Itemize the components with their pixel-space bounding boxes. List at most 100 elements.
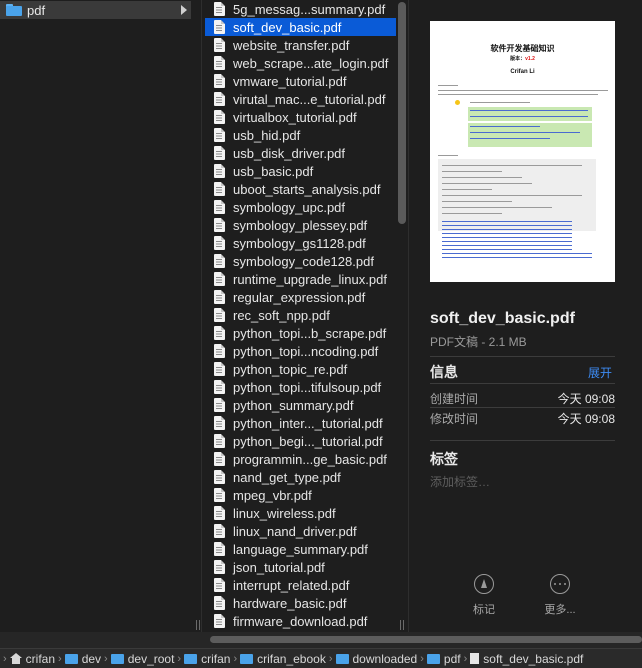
file-item[interactable]: python_begi..._tutorial.pdf [205, 432, 396, 450]
file-item[interactable]: runtime_upgrade_linux.pdf [205, 270, 396, 288]
pdf-document-icon [214, 38, 225, 52]
pdf-document-icon [214, 596, 225, 610]
file-name: uboot_starts_analysis.pdf [233, 181, 381, 197]
pdf-document-icon [214, 236, 225, 250]
pdf-document-icon [214, 182, 225, 196]
file-name: website_transfer.pdf [233, 37, 350, 53]
file-item[interactable]: python_topic_re.pdf [205, 360, 396, 378]
file-item[interactable]: uboot_starts_analysis.pdf [205, 180, 396, 198]
file-name: linux_nand_driver.pdf [233, 523, 357, 539]
path-crumb-label: dev [81, 651, 102, 666]
pdf-document-icon [214, 362, 225, 376]
chevron-right-icon [181, 5, 187, 15]
horizontal-scroll-thumb[interactable] [210, 636, 642, 643]
folder-column: pdf [0, 0, 191, 632]
path-crumb[interactable]: dev [64, 651, 102, 666]
markup-button[interactable]: 标记 [454, 574, 514, 617]
tags-input[interactable]: 添加标签… [430, 473, 490, 490]
file-name: soft_dev_basic.pdf [233, 19, 342, 35]
file-item[interactable]: language_summary.pdf [205, 540, 396, 558]
file-item[interactable]: symbology_code128.pdf [205, 252, 396, 270]
file-item[interactable]: symbology_upc.pdf [205, 198, 396, 216]
file-name: symbology_gs1128.pdf [233, 235, 366, 251]
more-button[interactable]: 更多... [530, 574, 590, 617]
file-name: python_begi..._tutorial.pdf [233, 433, 383, 449]
file-name: interrupt_related.pdf [233, 577, 350, 593]
file-item[interactable]: python_summary.pdf [205, 396, 396, 414]
thumb-version: 版本：v1.2 [510, 56, 535, 62]
file-item[interactable]: virtualbox_tutorial.pdf [205, 108, 396, 126]
path-crumb[interactable]: crifan [9, 652, 55, 666]
file-item[interactable]: virutal_mac...e_tutorial.pdf [205, 90, 396, 108]
thumb-text-line [442, 189, 492, 190]
path-crumb[interactable]: soft_dev_basic.pdf [470, 652, 583, 666]
file-name: hardware_basic.pdf [233, 595, 347, 611]
file-list-scrollbar[interactable] [398, 2, 406, 224]
folder-icon [6, 4, 22, 16]
document-icon [470, 653, 480, 664]
file-name: runtime_upgrade_linux.pdf [233, 271, 387, 287]
thumb-text-line [442, 177, 522, 178]
preview-pane: 软件开发基础知识 版本：v1.2 Crifan Li soft_dev_basi… [410, 0, 642, 632]
modified-value: 今天 09:08 [557, 412, 615, 426]
created-value: 今天 09:08 [557, 392, 615, 406]
pdf-document-icon [214, 524, 225, 538]
path-bar: › crifan › dev › dev_root › crifan › crifan_ebook… [0, 648, 642, 668]
file-item[interactable]: python_topi...ncoding.pdf [205, 342, 396, 360]
pdf-document-icon [214, 434, 225, 448]
file-item[interactable]: python_topi...tifulsoup.pdf [205, 378, 396, 396]
folder-icon [110, 653, 124, 664]
file-item[interactable]: hardware_basic.pdf [205, 594, 396, 612]
file-item[interactable]: linux_nand_driver.pdf [205, 522, 396, 540]
file-item[interactable]: soft_dev_basic.pdf [205, 18, 396, 36]
path-crumb-label: crifan_ebook [257, 651, 326, 666]
thumb-text-line [442, 195, 582, 196]
file-item[interactable]: python_inter..._tutorial.pdf [205, 414, 396, 432]
thumb-text-line [442, 165, 582, 166]
file-item[interactable]: website_transfer.pdf [205, 36, 396, 54]
column-resize-handle[interactable] [400, 620, 405, 630]
path-crumb[interactable]: dev_root [110, 652, 174, 666]
file-item[interactable]: nand_get_type.pdf [205, 468, 396, 486]
file-item[interactable]: symbology_gs1128.pdf [205, 234, 396, 252]
file-item[interactable]: 5g_messag...summary.pdf [205, 0, 396, 18]
thumb-link-line [442, 225, 572, 226]
file-item[interactable]: python_topi...b_scrape.pdf [205, 324, 396, 342]
file-item[interactable]: vmware_tutorial.pdf [205, 72, 396, 90]
expand-link[interactable]: 展开 [588, 364, 612, 381]
file-list: 5g_messag...summary.pdf soft_dev_basic.pd… [205, 0, 396, 648]
file-item[interactable]: interrupt_related.pdf [205, 576, 396, 594]
file-item[interactable]: firmware_download.pdf [205, 612, 396, 630]
file-item[interactable]: web_scrape...ate_login.pdf [205, 54, 396, 72]
folder-item-pdf[interactable]: pdf [0, 1, 191, 19]
path-crumb[interactable]: crifan_ebook [240, 652, 326, 666]
preview-file-meta: PDF文稿 - 2.1 MB [430, 335, 527, 349]
file-item[interactable]: usb_hid.pdf [205, 126, 396, 144]
path-crumb[interactable]: pdf [426, 652, 461, 666]
divider [430, 356, 615, 357]
thumb-link-line [442, 253, 592, 254]
column-divider [408, 0, 409, 632]
pdf-thumbnail[interactable]: 软件开发基础知识 版本：v1.2 Crifan Li [430, 21, 615, 282]
created-label: 创建时间 [430, 392, 479, 406]
pdf-document-icon [214, 578, 225, 592]
thumb-author: Crifan Li [510, 69, 535, 75]
file-name: vmware_tutorial.pdf [233, 73, 347, 89]
path-crumb[interactable]: crifan [184, 652, 230, 666]
file-item[interactable]: json_tutorial.pdf [205, 558, 396, 576]
path-crumb[interactable]: downloaded [335, 652, 417, 666]
pdf-document-icon [214, 470, 225, 484]
file-item[interactable]: rec_soft_npp.pdf [205, 306, 396, 324]
file-item[interactable]: regular_expression.pdf [205, 288, 396, 306]
preview-file-name: soft_dev_basic.pdf [430, 310, 575, 327]
file-item[interactable]: programmin...ge_basic.pdf [205, 450, 396, 468]
file-item[interactable]: usb_basic.pdf [205, 162, 396, 180]
file-item[interactable]: usb_disk_driver.pdf [205, 144, 396, 162]
file-item[interactable]: mpeg_vbr.pdf [205, 486, 396, 504]
folder-icon [335, 653, 349, 664]
thumb-link-line [470, 138, 550, 139]
file-item[interactable]: linux_wireless.pdf [205, 504, 396, 522]
file-item[interactable]: symbology_plessey.pdf [205, 216, 396, 234]
pdf-document-icon [214, 272, 225, 286]
thumb-text-line [442, 183, 532, 184]
